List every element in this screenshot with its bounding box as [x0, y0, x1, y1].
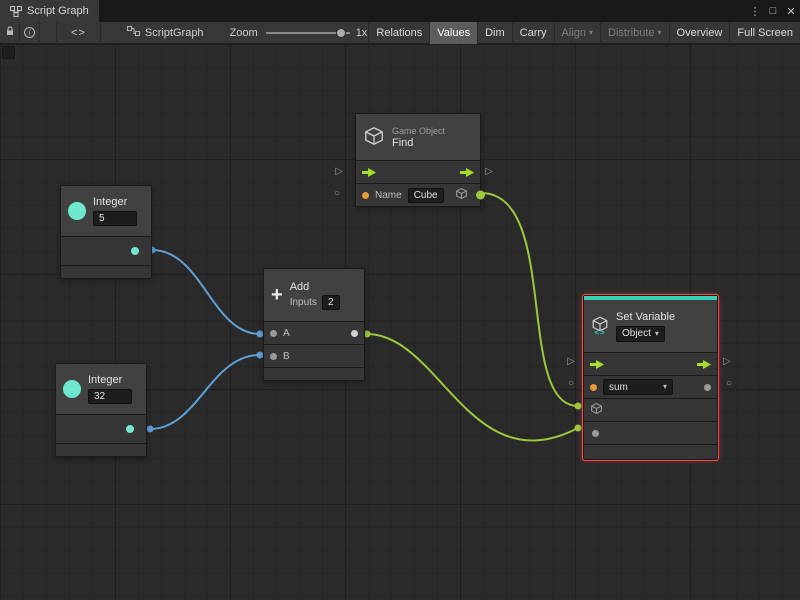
name-outer-port[interactable]: ○: [568, 379, 574, 389]
value-input-port[interactable]: [592, 429, 599, 437]
name-outer-port[interactable]: ○: [334, 189, 340, 199]
name-value-field[interactable]: Cube: [407, 187, 444, 203]
node-title: Integer: [88, 374, 123, 386]
lock-icon: [5, 26, 15, 39]
flow-out-arrow-icon[interactable]: [697, 359, 711, 369]
edge-integer5-to-add-a[interactable]: [151, 249, 261, 335]
node-title: Find: [392, 136, 414, 149]
code-icon: <>: [71, 26, 86, 39]
zoom-label: Zoom: [229, 26, 258, 39]
info-icon: i: [24, 27, 35, 38]
flow-in-trigger-port[interactable]: ▷: [335, 167, 343, 177]
node-category: Game Object: [392, 125, 446, 136]
integer-icon: [68, 202, 86, 220]
zoom-slider[interactable]: [265, 22, 350, 44]
graph-name: ScriptGraph: [126, 26, 204, 39]
input-port-b[interactable]: [270, 352, 277, 360]
integer-output-port[interactable]: [126, 425, 134, 433]
overview-button[interactable]: Overview: [668, 21, 730, 44]
values-button[interactable]: Values: [429, 21, 478, 44]
node-find[interactable]: Game Object Find Name Cube: [355, 113, 485, 207]
chevron-down-icon: ▾: [654, 328, 659, 338]
canvas-corner-square: [2, 46, 15, 59]
find-result-output-port[interactable]: [476, 190, 485, 200]
code-badge-icon: <>: [594, 328, 606, 337]
tab-script-graph[interactable]: Script Graph: [0, 0, 99, 22]
node-integer-2[interactable]: Integer 32: [55, 363, 147, 457]
fullscreen-button[interactable]: Full Screen: [729, 21, 800, 44]
edge-endpoint: [574, 402, 582, 410]
relations-button[interactable]: Relations: [368, 21, 429, 44]
node-add[interactable]: + Add Inputs 2 A B: [263, 268, 365, 381]
inputs-label: Inputs: [289, 296, 317, 308]
flow-out-trigger-port[interactable]: ▷: [485, 167, 493, 177]
unity-window: Script Graph ⋮ □ ✕ i <> ScriptGraph Zoom: [0, 0, 800, 600]
integer-icon: [63, 380, 81, 398]
input-port-a[interactable]: [270, 329, 277, 337]
chevron-down-icon: ▾: [662, 382, 667, 391]
variable-name-dropdown[interactable]: sum ▾: [603, 379, 673, 395]
edge-endpoint: [574, 424, 582, 432]
value-output-port[interactable]: [704, 383, 711, 391]
code-view-button[interactable]: <>: [56, 21, 101, 44]
graph-name-label: ScriptGraph: [144, 26, 204, 39]
set-variable-icon: <>: [591, 315, 609, 337]
value-outer-port[interactable]: ○: [726, 379, 732, 389]
cube-icon: [363, 125, 385, 150]
menu-icon[interactable]: ⋮: [746, 0, 764, 22]
script-graph-icon: [10, 5, 22, 17]
node-integer-1[interactable]: Integer 5: [60, 185, 152, 279]
port-a-label: A: [283, 327, 290, 339]
cube-icon: [455, 187, 468, 203]
node-title: Add: [289, 280, 310, 293]
add-output-port[interactable]: [351, 329, 358, 337]
info-button[interactable]: i: [20, 21, 40, 44]
zoom-slider-handle[interactable]: [335, 27, 346, 38]
flow-in-arrow-icon[interactable]: [590, 359, 604, 369]
port-b-label: B: [283, 350, 290, 362]
integer-output-port[interactable]: [131, 247, 139, 255]
node-title: Integer: [93, 196, 128, 208]
flow-out-arrow-icon[interactable]: [460, 167, 474, 177]
cube-icon: [590, 402, 603, 418]
tab-title: Script Graph: [27, 5, 89, 17]
name-label: Name: [375, 189, 402, 201]
edge-integer32-to-add-b[interactable]: [149, 354, 261, 430]
title-bar: Script Graph ⋮ □ ✕: [0, 0, 800, 22]
graph-mini-icon: [126, 26, 140, 39]
close-icon[interactable]: ✕: [782, 0, 800, 22]
edge-endpoint: [146, 425, 154, 433]
node-set-variable[interactable]: <> Set Variable Object ▾ sum ▾: [583, 295, 718, 460]
align-button[interactable]: Align ▾: [553, 21, 600, 44]
flow-out-trigger-port[interactable]: ▷: [723, 357, 731, 367]
distribute-button[interactable]: Distribute ▾: [600, 21, 668, 44]
graph-canvas[interactable]: Integer 5 Integer 32 + Add Inputs 2 A B …: [0, 44, 800, 600]
integer-value-field[interactable]: 32: [88, 389, 132, 404]
toolbar-buttons: Relations Values Dim Carry Align ▾ Distri…: [368, 21, 800, 44]
node-title: Set Variable: [616, 310, 676, 323]
carry-button[interactable]: Carry: [511, 21, 554, 44]
inputs-count-field[interactable]: 2: [321, 294, 340, 310]
dim-button[interactable]: Dim: [477, 21, 512, 44]
chevron-down-icon: ▾: [589, 27, 594, 37]
titlebar-spacer: [99, 0, 746, 22]
maximize-icon[interactable]: □: [764, 0, 782, 22]
chevron-down-icon: ▾: [657, 27, 662, 37]
zoom-value: 1x: [355, 26, 368, 39]
name-input-port[interactable]: [362, 191, 369, 199]
integer-value-field[interactable]: 5: [93, 211, 137, 226]
flow-in-trigger-port[interactable]: ▷: [567, 357, 575, 367]
variable-name-port[interactable]: [590, 383, 597, 391]
flow-in-arrow-icon[interactable]: [362, 167, 376, 177]
toolbar: i <> ScriptGraph Zoom 1x Relations Value…: [0, 21, 800, 44]
variable-scope-dropdown[interactable]: Object ▾: [616, 325, 665, 342]
lock-button[interactable]: [0, 21, 20, 44]
edge-find-to-setvariable-object[interactable]: [480, 192, 579, 407]
edge-add-to-setvariable-value[interactable]: [366, 333, 579, 442]
add-icon: +: [271, 284, 283, 306]
